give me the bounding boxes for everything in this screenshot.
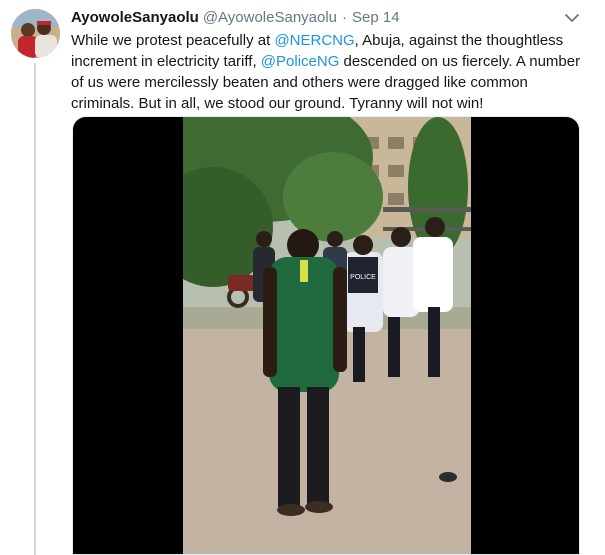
police-vest-label: POLICE: [350, 274, 376, 281]
tweet-text: While we protest peacefully at @NERCNG, …: [71, 30, 585, 114]
avatar-image: [11, 9, 60, 58]
tweet-text-part: While we protest peacefully at: [71, 32, 275, 49]
mention-link-nercng[interactable]: @NERCNG: [274, 32, 354, 49]
tweet-date[interactable]: Sep 14: [352, 9, 400, 26]
avatar[interactable]: [11, 9, 60, 58]
separator-dot: ·: [342, 9, 348, 26]
chevron-down-icon: [565, 13, 579, 22]
user-handle[interactable]: @AyowoleSanyaolu: [203, 9, 337, 26]
display-name[interactable]: AyowoleSanyaolu: [71, 9, 199, 26]
tweet-header: AyowoleSanyaolu @AyowoleSanyaolu · Sep 14: [71, 8, 400, 28]
mention-link-policeng[interactable]: @PoliceNG: [261, 53, 340, 70]
more-options-button[interactable]: [562, 8, 582, 28]
video-still: POLICE: [183, 117, 471, 554]
tweet[interactable]: AyowoleSanyaolu @AyowoleSanyaolu · Sep 14 W…: [0, 0, 605, 555]
video-frame: POLICE: [183, 117, 471, 554]
video-player[interactable]: POLICE: [72, 116, 580, 555]
thread-line: [34, 63, 36, 555]
